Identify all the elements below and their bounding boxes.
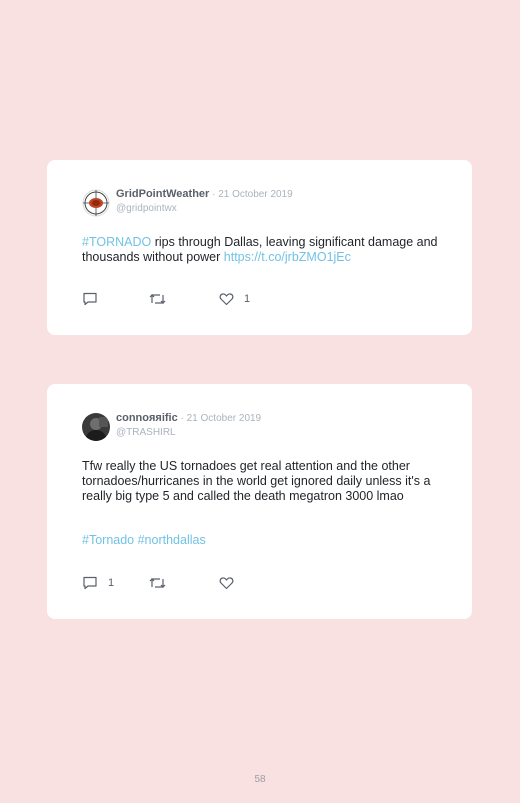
retweet-button[interactable] [149,576,176,590]
reply-count: 1 [108,577,115,589]
tweet-date[interactable]: 21 October 2019 [218,189,293,200]
heart-icon [219,293,234,306]
tweet-header: connoяяific · 21 October 2019 @TRASHIRL [82,411,261,441]
retweet-icon [149,578,166,588]
heart-icon [219,577,234,590]
avatar[interactable] [82,413,110,441]
retweet-icon [149,294,166,304]
page-number: 58 [254,774,266,785]
reply-button[interactable] [82,292,108,306]
avatar[interactable] [82,189,110,217]
url-link[interactable]: https://t.co/jrbZMO1jEc [224,250,351,264]
gridpoint-logo-icon [82,189,110,217]
like-count: 1 [244,293,251,305]
tweet-text: #TORNADO rips through Dallas, leaving si… [82,235,447,265]
separator: · [177,413,187,424]
user-photo-icon [82,413,110,441]
hashtag-link[interactable]: #TORNADO [82,235,151,249]
tweet-card: GridPointWeather · 21 October 2019 @grid… [47,160,472,335]
reply-icon [83,292,97,306]
tweet-date[interactable]: 21 October 2019 [187,413,262,424]
tweet-text: Tfw really the US tornadoes get real att… [82,459,431,503]
reply-button[interactable]: 1 [82,576,114,590]
like-button[interactable] [219,576,244,590]
author-handle[interactable]: @TRASHIRL [116,426,261,440]
separator: · [209,189,219,200]
reply-icon [83,576,97,590]
tweet-card: connoяяific · 21 October 2019 @TRASHIRL … [47,384,472,619]
author-name[interactable]: GridPointWeather [116,188,209,200]
like-button[interactable]: 1 [219,292,250,306]
hashtag-links[interactable]: #Tornado #northdallas [82,533,447,548]
author-handle[interactable]: @gridpointwx [116,202,293,216]
retweet-button[interactable] [149,292,176,306]
author-name[interactable]: connoяяific [116,412,178,424]
tweet-header: GridPointWeather · 21 October 2019 @grid… [82,187,293,217]
